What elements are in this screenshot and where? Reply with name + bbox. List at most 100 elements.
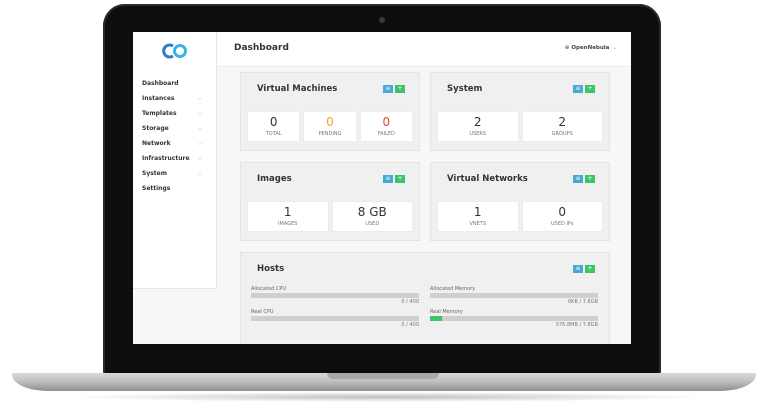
sidebar-item-label: System bbox=[142, 170, 167, 177]
laptop-shadow bbox=[60, 392, 710, 402]
panel-title: Images bbox=[257, 174, 292, 184]
stat-value: 0 bbox=[558, 205, 567, 219]
user-name: OpenNebula bbox=[571, 45, 610, 51]
bar-value: 0 / 400 bbox=[401, 299, 419, 305]
stats-row: 0 TOTAL 0 PENDING 0 FAILED bbox=[247, 111, 413, 142]
list-button[interactable]: ≡ bbox=[383, 175, 393, 183]
sidebar-item-label: Templates bbox=[142, 110, 177, 117]
user-menu[interactable]: ⊕ OpenNebula ⌄ bbox=[565, 45, 617, 51]
stat-users[interactable]: 2 USERS bbox=[437, 111, 519, 142]
stat-groups[interactable]: 2 GROUPS bbox=[521, 111, 603, 142]
sidebar-item-templates[interactable]: Templates ⌵ bbox=[133, 106, 216, 121]
panel-actions: ≡ + bbox=[381, 175, 405, 194]
stat-value: 1 bbox=[283, 205, 292, 219]
opennebula-logo-icon[interactable] bbox=[161, 42, 189, 60]
panel-title: System bbox=[447, 84, 483, 94]
panel-actions: ≡ + bbox=[571, 175, 595, 194]
stat-images[interactable]: 1 IMAGES bbox=[247, 201, 329, 232]
sidebar-item-settings[interactable]: Settings bbox=[133, 181, 216, 196]
stat-label: PENDING bbox=[318, 131, 342, 137]
chevron-down-icon: ⌵ bbox=[197, 140, 202, 147]
list-button[interactable]: ≡ bbox=[383, 85, 393, 93]
stat-total[interactable]: 0 TOTAL bbox=[247, 111, 301, 142]
list-icon: ≡ bbox=[575, 175, 581, 182]
stat-used-ips[interactable]: 0 USED IPs bbox=[521, 201, 603, 232]
bar-value: 0 / 400 bbox=[401, 322, 419, 328]
panel-actions: ≡ + bbox=[381, 85, 405, 104]
chevron-down-icon: ⌵ bbox=[197, 110, 202, 117]
sidebar-item-system[interactable]: System ⌵ bbox=[133, 166, 216, 181]
panel-title: Virtual Networks bbox=[447, 174, 528, 184]
list-button[interactable]: ≡ bbox=[573, 175, 583, 183]
sidebar-item-label: Storage bbox=[142, 125, 169, 132]
add-button[interactable]: + bbox=[585, 85, 595, 93]
stat-value: 0 bbox=[382, 115, 391, 129]
stat-value: 0 bbox=[326, 115, 334, 129]
list-button[interactable]: ≡ bbox=[573, 85, 583, 93]
list-icon: ≡ bbox=[575, 85, 581, 92]
chevron-down-icon: ⌵ bbox=[197, 170, 202, 177]
real-memory-bar: Real Memory 576.8MB / 7.8GB bbox=[430, 309, 598, 329]
sidebar-item-network[interactable]: Network ⌵ bbox=[133, 136, 216, 151]
top-bar: Dashboard ⊕ OpenNebula ⌄ bbox=[217, 32, 631, 67]
bar-label: Real CPU bbox=[251, 309, 274, 315]
stat-pending[interactable]: 0 PENDING bbox=[303, 111, 357, 142]
stat-label: USED bbox=[365, 221, 380, 227]
stat-used[interactable]: 8 GB USED bbox=[331, 201, 413, 232]
chevron-down-icon: ⌵ bbox=[197, 125, 202, 132]
add-button[interactable]: + bbox=[395, 175, 405, 183]
sidebar-menu: Dashboard Instances ⌵ Templates ⌵ Storag… bbox=[133, 76, 216, 196]
sidebar-item-dashboard[interactable]: Dashboard bbox=[133, 76, 216, 91]
list-icon: ≡ bbox=[385, 175, 391, 182]
sidebar: Dashboard Instances ⌵ Templates ⌵ Storag… bbox=[133, 32, 217, 289]
sidebar-item-label: Infrastructure bbox=[142, 155, 190, 162]
screen: Dashboard Instances ⌵ Templates ⌵ Storag… bbox=[133, 32, 631, 344]
hosts-panel: Hosts ≡ + Allocated CPU 0 / 400 Real CPU … bbox=[240, 252, 610, 344]
bar-value: 0KB / 7.8GB bbox=[567, 299, 598, 305]
stat-value: 2 bbox=[473, 115, 482, 129]
globe-icon: ⊕ bbox=[564, 45, 570, 51]
stat-label: TOTAL bbox=[265, 131, 282, 137]
real-cpu-bar: Real CPU 0 / 400 bbox=[251, 309, 419, 329]
sidebar-item-instances[interactable]: Instances ⌵ bbox=[133, 91, 216, 106]
plus-icon: + bbox=[587, 175, 593, 182]
stats-row: 2 USERS 2 GROUPS bbox=[437, 111, 603, 142]
stat-label: FAILED bbox=[377, 131, 395, 137]
sidebar-item-label: Settings bbox=[142, 185, 171, 192]
plus-icon: + bbox=[397, 175, 403, 182]
sidebar-item-storage[interactable]: Storage ⌵ bbox=[133, 121, 216, 136]
stat-value: 1 bbox=[473, 205, 482, 219]
bar-label: Allocated CPU bbox=[251, 286, 287, 292]
stats-row: 1 IMAGES 8 GB USED bbox=[247, 201, 413, 232]
sidebar-item-infrastructure[interactable]: Infrastructure ⌵ bbox=[133, 151, 216, 166]
stat-value: 2 bbox=[558, 115, 567, 129]
system-panel: System ≡ + 2 USERS 2 GROUPS bbox=[430, 72, 610, 151]
add-button[interactable]: + bbox=[395, 85, 405, 93]
bar-label: Allocated Memory bbox=[430, 286, 476, 292]
sidebar-item-label: Instances bbox=[142, 95, 175, 102]
vnets-panel: Virtual Networks ≡ + 1 VNETS 0 USED IPs bbox=[430, 162, 610, 241]
stats-row: 1 VNETS 0 USED IPs bbox=[437, 201, 603, 232]
add-button[interactable]: + bbox=[585, 265, 595, 273]
add-button[interactable]: + bbox=[585, 175, 595, 183]
stat-label: GROUPS bbox=[551, 131, 573, 137]
stat-label: USED IPs bbox=[551, 221, 574, 227]
chevron-down-icon: ⌵ bbox=[197, 155, 202, 162]
stat-label: VNETS bbox=[469, 221, 487, 227]
panel-actions: ≡ + bbox=[571, 265, 595, 284]
sidebar-item-label: Network bbox=[142, 140, 171, 147]
allocated-memory-bar: Allocated Memory 0KB / 7.8GB bbox=[430, 286, 598, 306]
plus-icon: + bbox=[397, 85, 403, 92]
laptop-notch bbox=[327, 373, 439, 379]
camera-icon bbox=[379, 17, 385, 23]
vms-panel: Virtual Machines ≡ + 0 TOTAL 0 PENDING 0 … bbox=[240, 72, 420, 151]
allocated-cpu-bar: Allocated CPU 0 / 400 bbox=[251, 286, 419, 306]
stat-failed[interactable]: 0 FAILED bbox=[359, 111, 413, 142]
panel-title: Hosts bbox=[257, 264, 285, 274]
stat-value: 0 bbox=[269, 115, 278, 129]
stat-label: IMAGES bbox=[278, 221, 298, 227]
list-button[interactable]: ≡ bbox=[573, 265, 583, 273]
stat-vnets[interactable]: 1 VNETS bbox=[437, 201, 519, 232]
plus-icon: + bbox=[587, 265, 593, 272]
chevron-down-icon: ⌄ bbox=[612, 45, 617, 51]
